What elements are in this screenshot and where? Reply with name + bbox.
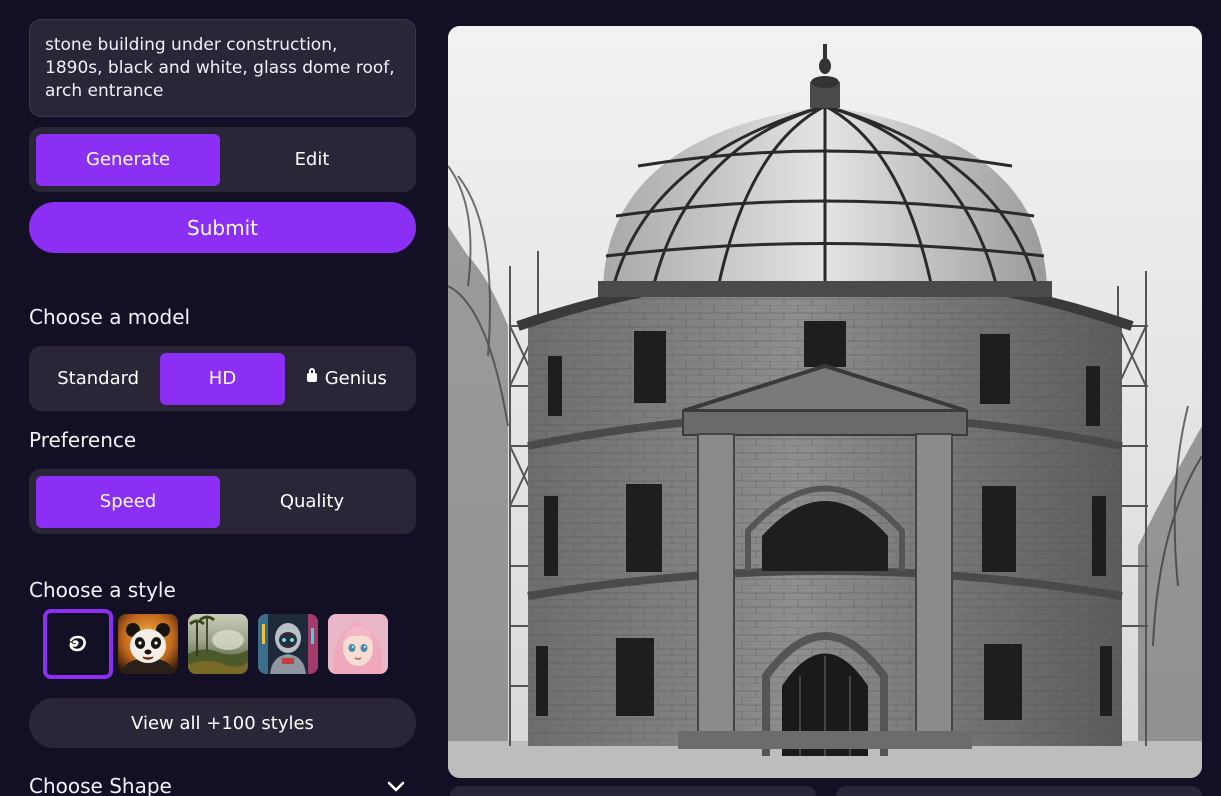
- style-heading: Choose a style: [29, 578, 176, 602]
- preference-selector: Speed Quality: [29, 469, 416, 534]
- submit-button[interactable]: Submit: [29, 202, 416, 253]
- style-none-thumbnail[interactable]: [43, 609, 113, 679]
- model-heading: Choose a model: [29, 305, 191, 329]
- prompt-textarea[interactable]: stone building under construction, 1890s…: [29, 19, 416, 117]
- tab-edit[interactable]: Edit: [220, 134, 404, 186]
- model-option-hd[interactable]: HD: [160, 352, 285, 405]
- panda-image: [118, 614, 178, 674]
- robot-image: [258, 614, 318, 674]
- generated-image[interactable]: [448, 26, 1202, 778]
- preference-option-quality[interactable]: Quality: [220, 476, 404, 528]
- bottom-action-right[interactable]: [836, 786, 1202, 796]
- tab-generate[interactable]: Generate: [36, 133, 220, 186]
- mode-tab-group: Generate Edit: [29, 127, 416, 192]
- chevron-down-icon[interactable]: [386, 777, 406, 796]
- model-option-genius[interactable]: Genius: [285, 353, 409, 405]
- model-option-genius-label: Genius: [324, 368, 387, 389]
- cut-off-heading: [29, 0, 416, 4]
- view-all-styles-button[interactable]: View all +100 styles: [29, 698, 416, 748]
- model-option-standard[interactable]: Standard: [36, 353, 160, 405]
- model-selector: Standard HD Genius: [29, 346, 416, 411]
- lock-icon: [306, 368, 317, 382]
- bottom-action-left[interactable]: [450, 786, 816, 796]
- style-panda-thumbnail[interactable]: [118, 614, 178, 674]
- anime-girl-image: [328, 614, 388, 674]
- style-thumbnails: [43, 609, 388, 679]
- preference-heading: Preference: [29, 428, 137, 452]
- shape-heading[interactable]: Choose Shape: [29, 774, 172, 796]
- no-style-icon: [69, 635, 86, 652]
- style-anime-thumbnail[interactable]: [328, 614, 388, 674]
- domed-building-image: [448, 26, 1202, 778]
- preference-option-speed[interactable]: Speed: [36, 475, 220, 528]
- jungle-landscape-image: [188, 614, 248, 674]
- style-landscape-thumbnail[interactable]: [188, 614, 248, 674]
- style-robot-thumbnail[interactable]: [258, 614, 318, 674]
